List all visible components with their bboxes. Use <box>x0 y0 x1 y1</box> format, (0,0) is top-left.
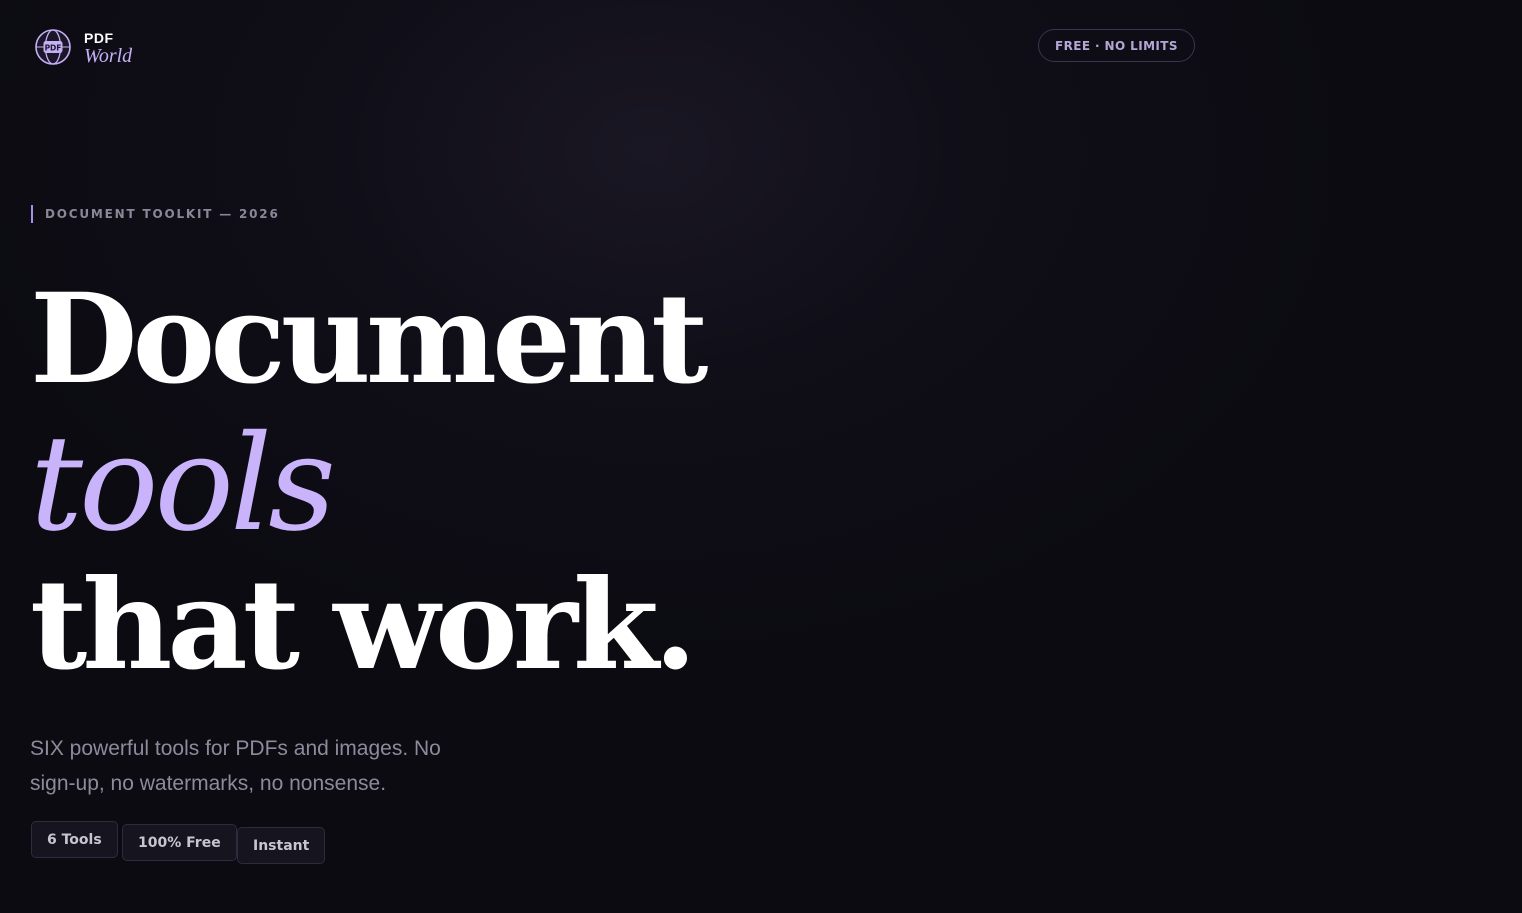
eyebrow: DOCUMENT TOOLKIT — 2026 <box>31 205 280 223</box>
chip-tools-count: 6 Tools <box>31 821 118 858</box>
hero-title-line-2: tools <box>30 407 336 561</box>
eyebrow-text: DOCUMENT TOOLKIT — 2026 <box>45 207 280 221</box>
logo-text: PDF World <box>84 29 132 66</box>
chip-free: 100% Free <box>122 824 237 861</box>
chip-instant: Instant <box>237 827 326 864</box>
globe-pdf-icon: PDF <box>35 29 71 65</box>
hero-subtitle: SIX powerful tools for PDFs and images. … <box>30 737 441 795</box>
logo[interactable]: PDF PDF World <box>34 28 132 66</box>
hero-title-line-1: Document <box>30 267 708 412</box>
hero-title-line-3: that work. <box>30 553 697 698</box>
logo-text-world: World <box>84 44 133 67</box>
eyebrow-accent-bar <box>31 205 33 223</box>
free-no-limits-badge: FREE · NO LIMITS <box>1038 29 1195 62</box>
svg-text:PDF: PDF <box>45 43 62 52</box>
logo-text-pdf: PDF <box>84 29 114 46</box>
